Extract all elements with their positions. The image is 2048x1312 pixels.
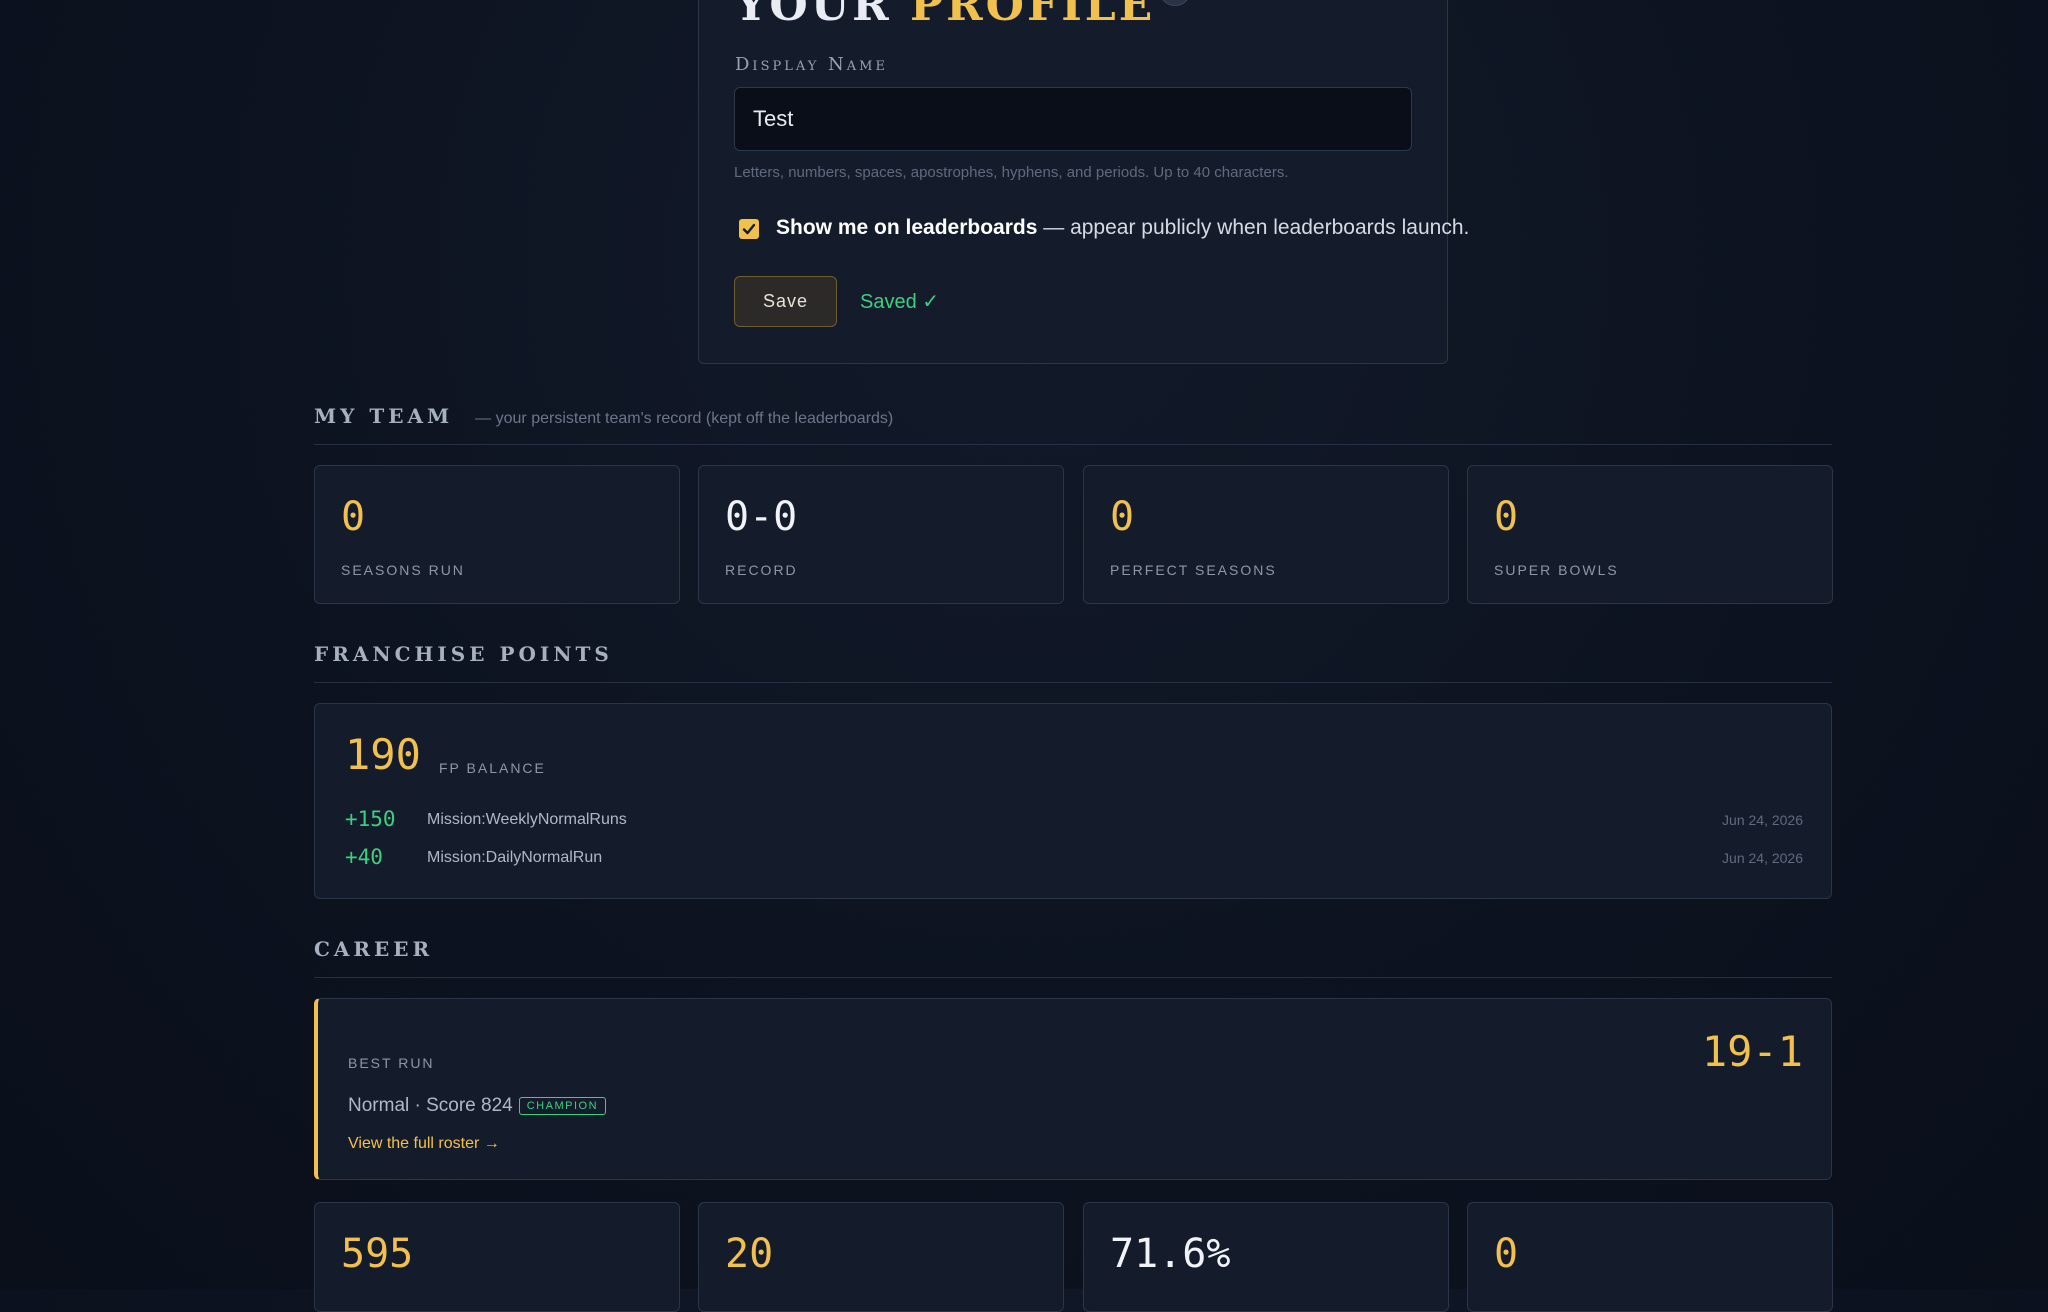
- fp-amount: +150: [345, 807, 396, 831]
- career-stat-card: 0: [1467, 1202, 1833, 1312]
- career-stat-value: 595: [341, 1231, 414, 1277]
- stat-label: RECORD: [725, 562, 798, 578]
- career-stat-card: 20: [698, 1202, 1064, 1312]
- stat-card-record: 0-0 RECORD: [698, 465, 1064, 604]
- stat-label: SEASONS RUN: [341, 562, 465, 578]
- franchise-points-heading: FRANCHISE POINTS: [314, 642, 613, 666]
- display-name-help: Letters, numbers, spaces, apostrophes, h…: [734, 164, 1289, 181]
- fp-transaction-row: +150 Mission:WeeklyNormalRuns Jun 24, 20…: [345, 807, 1803, 837]
- profile-title-prefix: YOUR: [735, 0, 910, 31]
- checkmark-icon: [742, 223, 756, 235]
- stat-label: PERFECT SEASONS: [1110, 562, 1277, 578]
- fp-description: Mission:DailyNormalRun: [427, 849, 603, 866]
- stat-value: 0: [1110, 494, 1135, 540]
- franchise-points-card: 190 FP BALANCE +150 Mission:WeeklyNormal…: [314, 703, 1832, 899]
- fp-date: Jun 24, 2026: [1722, 850, 1803, 866]
- career-stat-card: 595: [314, 1202, 680, 1312]
- best-run-card: BEST RUN 19-1 Normal · Score 824 CHAMPION…: [314, 998, 1832, 1180]
- leaderboard-label-bold: Show me on leaderboards: [776, 216, 1038, 239]
- saved-status: Saved ✓: [860, 291, 940, 313]
- leaderboard-checkbox-label[interactable]: Show me on leaderboards — appear publicl…: [776, 216, 1469, 240]
- info-icon[interactable]: [1159, 0, 1192, 6]
- fp-description: Mission:WeeklyNormalRuns: [427, 811, 627, 828]
- profile-title-accent: PROFILE: [910, 0, 1156, 31]
- stat-value: 0: [1494, 494, 1519, 540]
- stat-value: 0-0: [725, 494, 798, 540]
- career-stat-card: 71.6%: [1083, 1202, 1449, 1312]
- display-name-label: Display Name: [735, 54, 888, 75]
- fp-date: Jun 24, 2026: [1722, 812, 1803, 828]
- profile-title: YOUR PROFILE: [735, 0, 1192, 31]
- stat-value: 0: [341, 494, 366, 540]
- best-run-label: BEST RUN: [348, 1055, 435, 1071]
- career-stat-value: 71.6%: [1110, 1231, 1231, 1277]
- career-stat-value: 20: [725, 1231, 774, 1277]
- career-header: CAREER: [314, 937, 1832, 978]
- stat-card-perfect-seasons: 0 PERFECT SEASONS: [1083, 465, 1449, 604]
- fp-transaction-row: +40 Mission:DailyNormalRun Jun 24, 2026: [345, 845, 1803, 875]
- stat-label: SUPER BOWLS: [1494, 562, 1619, 578]
- leaderboard-label-rest: — appear publicly when leaderboards laun…: [1037, 216, 1470, 239]
- fp-amount: +40: [345, 845, 383, 869]
- best-run-record: 19-1: [1701, 1027, 1803, 1076]
- career-stat-value: 0: [1494, 1231, 1519, 1277]
- stat-card-super-bowls: 0 SUPER BOWLS: [1467, 465, 1833, 604]
- fp-balance-value: 190: [345, 730, 421, 779]
- champion-badge: CHAMPION: [518, 1097, 607, 1115]
- save-button[interactable]: Save: [734, 276, 837, 327]
- fp-balance-label: FP BALANCE: [439, 760, 546, 776]
- best-run-detail-text: Normal · Score 824: [348, 1095, 513, 1116]
- view-roster-link[interactable]: View the full roster →: [348, 1135, 500, 1153]
- display-name-input[interactable]: [734, 87, 1412, 151]
- my-team-heading: MY TEAM: [314, 404, 454, 428]
- leaderboard-checkbox[interactable]: [739, 219, 759, 239]
- stat-card-seasons-run: 0 SEASONS RUN: [314, 465, 680, 604]
- best-run-detail: Normal · Score 824 CHAMPION: [348, 1095, 607, 1117]
- franchise-points-header: FRANCHISE POINTS: [314, 642, 1832, 683]
- my-team-header: MY TEAM — your persistent team's record (…: [314, 404, 1832, 445]
- my-team-subheading: — your persistent team's record (kept of…: [475, 410, 894, 427]
- career-heading: CAREER: [314, 937, 434, 961]
